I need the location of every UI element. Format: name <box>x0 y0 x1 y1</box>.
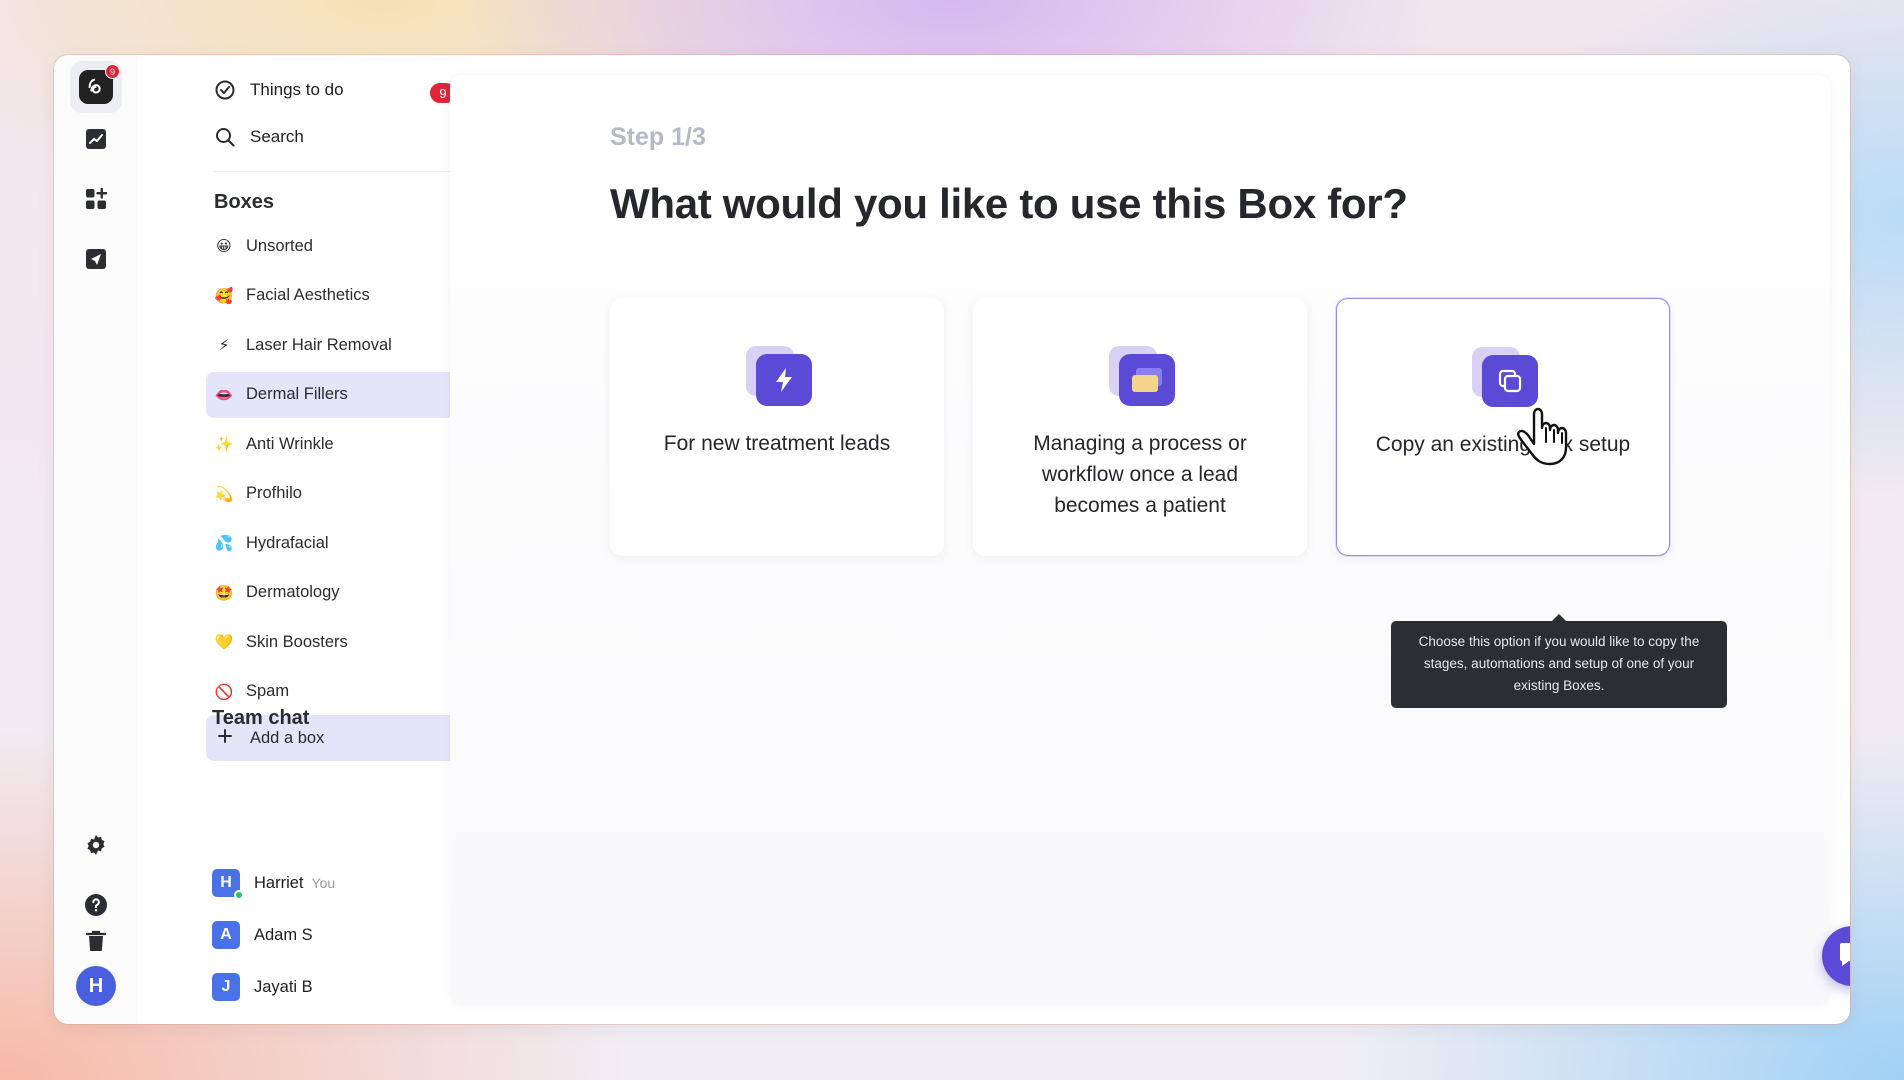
box-item-label: Unsorted <box>246 236 313 255</box>
team-chat-title: Team chat <box>212 707 310 729</box>
love-emoji-icon: 🥰 <box>214 287 234 305</box>
box-item-label: Anti Wrinkle <box>246 434 334 453</box>
lightning-emoji-icon: ⚡ <box>218 337 230 354</box>
icon-rail: 9 H <box>54 55 138 1024</box>
search-item[interactable]: Search <box>214 126 304 148</box>
box-item-laser-hair-removal[interactable]: ⚡ Laser Hair Removal <box>206 322 476 368</box>
copy-icon <box>1468 347 1538 407</box>
trash-icon <box>85 929 107 958</box>
you-tag: You <box>311 875 336 891</box>
box-item-label: Facial Aesthetics <box>246 286 370 304</box>
option-card-copy-box[interactable]: Copy an existing Box setup <box>1336 298 1670 556</box>
settings-button[interactable] <box>70 821 122 873</box>
main-panel: Step 1/3 What would you like to use this… <box>450 75 1830 1005</box>
send-button[interactable] <box>70 235 122 287</box>
add-box-label: Add a box <box>250 728 325 747</box>
search-icon <box>214 126 236 148</box>
things-to-do-item[interactable]: Things to do <box>214 79 344 101</box>
sparkles-emoji-icon: ✨ <box>214 436 234 453</box>
chat-item-jayati[interactable]: J Jayati B <box>212 961 335 1013</box>
chat-name: Harriet <box>254 873 304 892</box>
analytics-button[interactable] <box>70 115 122 167</box>
trash-button[interactable] <box>70 917 122 969</box>
logo-badge: 9 <box>105 64 120 79</box>
box-item-label: Dermal Fillers <box>246 385 348 403</box>
option-tooltip: Choose this option if you would like to … <box>1391 614 1727 708</box>
chat-bubble-icon <box>1837 939 1850 974</box>
avatar: A <box>212 921 240 949</box>
settings-icon <box>84 833 108 862</box>
divider <box>214 171 464 172</box>
box-list: 😀 Unsorted 🥰 Facial Aesthetics ⚡ Laser H… <box>206 223 476 718</box>
box-item-label: Hydrafacial <box>246 533 329 552</box>
star-eyes-emoji-icon: 🤩 <box>214 584 234 602</box>
heart-emoji-icon: 💛 <box>214 634 234 651</box>
boxes-title: Boxes <box>214 191 275 213</box>
online-status-icon <box>234 890 244 900</box>
logo-icon: 9 <box>79 64 120 104</box>
logo-button[interactable]: 9 <box>70 61 122 113</box>
droplets-emoji-icon: 💦 <box>214 535 234 552</box>
box-item-facial-aesthetics[interactable]: 🥰 Facial Aesthetics <box>206 273 476 319</box>
box-item-skin-boosters[interactable]: 💛 Skin Boosters <box>206 619 476 665</box>
sidebar: Things to do 9 Search Boxes 😀 Unsorted 🥰… <box>138 55 478 1024</box>
option-card-text: For new treatment leads <box>663 432 891 455</box>
app-window: 9 H Things to do 9 Search Boxes 😀 Unsort… <box>54 55 1850 1024</box>
page-title: What would you like to use this Box for? <box>610 180 1408 227</box>
team-chat-list: H Harriet You A Adam S J Jayati B <box>212 857 335 1013</box>
apps-button[interactable] <box>70 175 122 227</box>
box-item-dermatology[interactable]: 🤩 Dermatology <box>206 570 476 616</box>
box-item-label: Dermatology <box>246 583 340 601</box>
step-indicator: Step 1/3 <box>610 123 706 151</box>
search-label: Search <box>250 127 304 146</box>
apps-add-icon <box>84 187 108 216</box>
check-circle-icon <box>214 79 236 101</box>
option-card-text: Copy an existing Box setup <box>1375 433 1631 456</box>
dizzy-emoji-icon: 💫 <box>214 485 234 503</box>
box-item-dermal-fillers[interactable]: 👄 Dermal Fillers <box>206 371 476 418</box>
box-item-anti-wrinkle[interactable]: ✨ Anti Wrinkle <box>206 421 476 467</box>
user-avatar[interactable]: H <box>76 966 116 1006</box>
prohibited-emoji-icon: 🚫 <box>214 683 234 701</box>
plus-icon <box>218 728 232 748</box>
chat-name: Adam S <box>254 925 313 944</box>
avatar: J <box>212 973 240 1001</box>
option-card-new-leads[interactable]: For new treatment leads <box>610 298 944 556</box>
send-icon <box>84 247 108 276</box>
smile-emoji-icon: 😀 <box>216 238 232 255</box>
box-item-label: Laser Hair Removal <box>246 335 392 354</box>
hand-cursor-icon <box>1517 407 1568 466</box>
box-item-label: Spam <box>246 682 290 700</box>
lips-emoji-icon: 👄 <box>214 386 234 404</box>
box-item-label: Profhilo <box>246 484 302 502</box>
avatar: H <box>212 869 244 900</box>
box-item-unsorted[interactable]: 😀 Unsorted <box>206 223 476 269</box>
box-item-profhilo[interactable]: 💫 Profhilo <box>206 471 476 517</box>
analytics-icon <box>84 127 108 156</box>
option-card-process[interactable]: Managing a process or workflow once a le… <box>973 298 1307 556</box>
things-to-do-label: Things to do <box>250 80 344 99</box>
chat-item-harriet[interactable]: H Harriet You <box>212 857 335 909</box>
box-item-hydrafacial[interactable]: 💦 Hydrafacial <box>206 520 476 566</box>
folder-icon <box>1105 346 1175 406</box>
chat-item-adam[interactable]: A Adam S <box>212 909 335 961</box>
chat-name: Jayati B <box>254 977 313 996</box>
option-card-text: Managing a process or workflow once a le… <box>1033 432 1247 517</box>
box-item-label: Skin Boosters <box>246 632 348 651</box>
lightning-icon <box>742 346 812 406</box>
